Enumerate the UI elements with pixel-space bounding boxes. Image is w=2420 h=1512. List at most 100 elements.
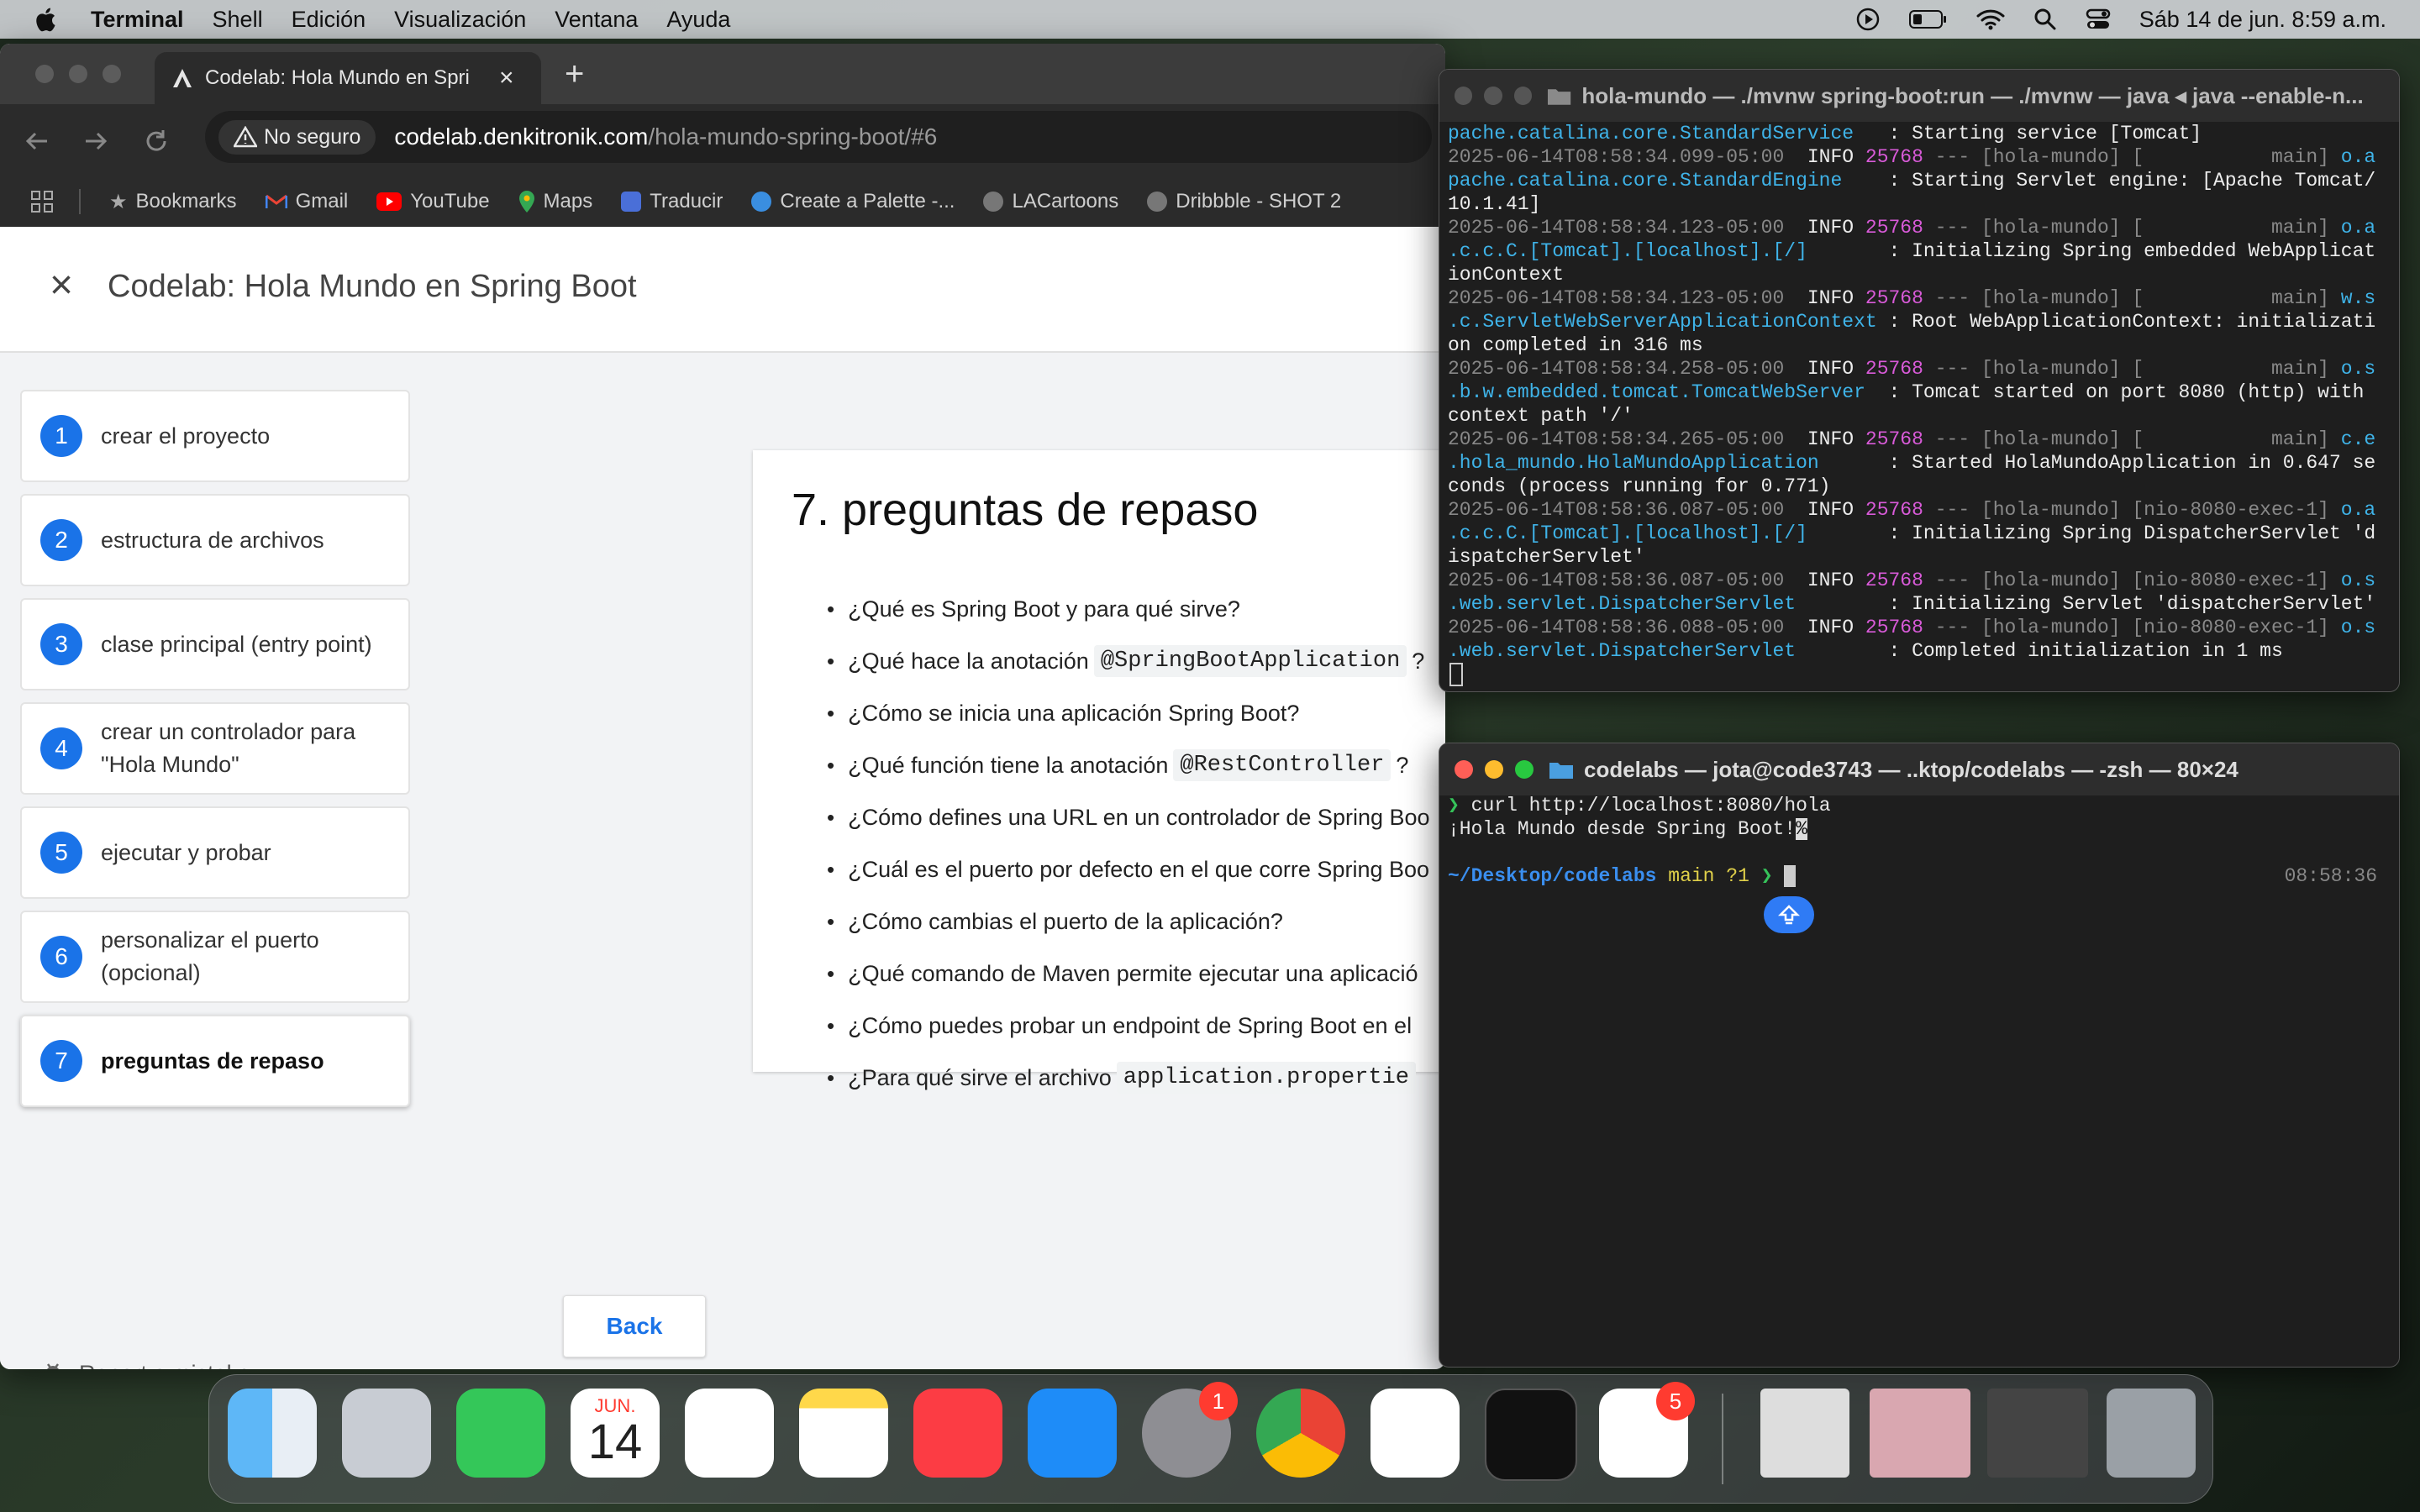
browser-tab-active[interactable]: Codelab: Hola Mundo en Spri × xyxy=(155,52,541,104)
recent-window-thumbnail[interactable] xyxy=(1987,1389,2088,1478)
terminal-log-line: .web.servlet.DispatcherServlet : Complet… xyxy=(1448,639,2375,663)
menu-app-terminal[interactable]: Terminal xyxy=(91,7,184,33)
bookmark-gmail[interactable]: Gmail xyxy=(265,190,348,213)
menu-visualizacion[interactable]: Visualización xyxy=(394,7,526,33)
window-minimize-button[interactable] xyxy=(1484,87,1502,105)
log-segment: o.a xyxy=(2340,217,2376,239)
terminal-response: ¡Hola Mundo desde Spring Boot! xyxy=(1448,818,1797,840)
terminal-log-line: conds (process running for 0.771) xyxy=(1448,475,2375,498)
window-close-button[interactable] xyxy=(1455,760,1473,779)
calendar-icon[interactable]: JUN. 14 xyxy=(571,1389,660,1478)
list-item: ¿Qué es Spring Boot y para qué sirve? xyxy=(827,583,1430,635)
terminal-log-line: context path '/' xyxy=(1448,404,2375,428)
finder-icon[interactable] xyxy=(228,1389,317,1478)
bookmark-youtube[interactable]: YouTube xyxy=(376,190,490,213)
back-button[interactable]: Back xyxy=(563,1295,706,1357)
bookmark-maps[interactable]: Maps xyxy=(518,190,592,213)
log-segment: --- [hola-mundo] [nio-8080-exec-1] xyxy=(1923,617,2341,638)
report-mistake-link[interactable]: Report a mistake xyxy=(39,1359,250,1369)
vscode-icon[interactable] xyxy=(1370,1389,1460,1478)
terminal-log-line: .c.c.C.[Tomcat].[localhost].[/] : Initia… xyxy=(1448,522,2375,545)
launchpad-icon[interactable] xyxy=(342,1389,431,1478)
new-tab-icon[interactable]: + xyxy=(565,55,584,93)
tab-close-icon[interactable]: × xyxy=(499,64,514,92)
step-item-1[interactable]: 1 crear el proyecto xyxy=(20,390,410,482)
recent-window-thumbnail[interactable] xyxy=(1870,1389,1970,1478)
notes-icon[interactable] xyxy=(799,1389,888,1478)
caps-lock-indicator xyxy=(1764,896,1814,933)
bookmark-dribbble[interactable]: Dribbble - SHOT 2 xyxy=(1147,190,1341,213)
log-segment: w.s xyxy=(2340,287,2376,309)
wifi-icon[interactable] xyxy=(1976,8,2005,30)
recent-file-thumbnail[interactable] xyxy=(1760,1389,1849,1478)
bookmark-create-palette[interactable]: Create a Palette -... xyxy=(751,190,955,213)
window-zoom-button[interactable] xyxy=(103,65,121,83)
security-chip[interactable]: No seguro xyxy=(218,119,376,155)
prompt-dir-prefix: ~/Desktop/ xyxy=(1448,865,1565,887)
step-number: 6 xyxy=(40,936,82,978)
terminal-log-line: ionContext xyxy=(1448,263,2375,286)
step-item-4[interactable]: 4 crear un controlador para "Hola Mundo" xyxy=(20,702,410,795)
forward-arrow-icon[interactable] xyxy=(82,128,109,155)
question-text: ¿Para qué sirve el archivo xyxy=(848,1064,1112,1090)
log-segment: 2025-06-14T08:58:34.123-05:00 xyxy=(1448,287,1807,309)
step-item-2[interactable]: 2 estructura de archivos xyxy=(20,494,410,586)
close-icon[interactable]: × xyxy=(40,265,82,307)
question-text: ? xyxy=(1412,648,1425,674)
window-zoom-button[interactable] xyxy=(1515,760,1534,779)
inline-code: application.propertie xyxy=(1116,1062,1417,1094)
log-segment: .web.servlet.DispatcherServlet xyxy=(1448,593,1797,615)
log-segment: : Initializing Servlet 'dispatcherServle… xyxy=(1796,593,2376,615)
step-item-5[interactable]: 5 ejecutar y probar xyxy=(20,806,410,899)
menu-ventana[interactable]: Ventana xyxy=(555,7,638,33)
bookmark-traducir[interactable]: Traducir xyxy=(621,190,723,213)
terminal-app-icon[interactable] xyxy=(1485,1389,1577,1481)
log-segment: on completed in 316 ms xyxy=(1448,334,1703,356)
back-arrow-icon[interactable] xyxy=(24,128,50,155)
chrome-icon[interactable] xyxy=(1256,1389,1345,1478)
battery-icon[interactable] xyxy=(1908,9,1948,29)
menu-ayuda[interactable]: Ayuda xyxy=(666,7,730,33)
menu-datetime[interactable]: Sáb 14 de jun. 8:59 a.m. xyxy=(2139,7,2386,33)
window-close-button[interactable] xyxy=(1455,87,1473,105)
terminal-output: pache.catalina.core.StandardService : St… xyxy=(1448,122,2375,663)
prompt-dir: codelabs xyxy=(1564,865,1657,887)
step-item-7[interactable]: 7 preguntas de repaso xyxy=(20,1015,410,1107)
reload-icon[interactable] xyxy=(143,128,170,155)
menu-edicion[interactable]: Edición xyxy=(292,7,366,33)
window-minimize-button[interactable] xyxy=(69,65,87,83)
step-item-3[interactable]: 3 clase principal (entry point) xyxy=(20,598,410,690)
spotlight-search-icon[interactable] xyxy=(2033,8,2057,31)
window-close-button[interactable] xyxy=(35,65,54,83)
tab-title: Codelab: Hola Mundo en Spri xyxy=(205,66,470,89)
trash-icon[interactable] xyxy=(2107,1389,2196,1478)
terminal-window-server[interactable]: hola-mundo — ./mvnw spring-boot:run — ./… xyxy=(1439,69,2400,692)
log-segment: --- [hola-mundo] [nio-8080-exec-1] xyxy=(1923,570,2341,591)
music-icon[interactable] xyxy=(913,1389,1002,1478)
app-store-icon[interactable] xyxy=(1028,1389,1117,1478)
play-icon[interactable] xyxy=(1855,7,1881,32)
question-text: ¿Cuál es el puerto por defecto en el que… xyxy=(848,856,1430,882)
log-segment: 2025-06-14T08:58:34.123-05:00 xyxy=(1448,217,1807,239)
address-bar[interactable]: No seguro codelab.denkitronik.com/hola-m… xyxy=(205,111,1432,163)
control-center-icon[interactable] xyxy=(2086,8,2111,31)
translate-icon xyxy=(621,192,642,212)
terminal-window-client[interactable]: codelabs — jota@code3743 — ..ktop/codela… xyxy=(1439,743,2400,1368)
bookmark-lacartoons[interactable]: LACartoons xyxy=(983,190,1118,213)
list-item: ¿Cuál es el puerto por defecto en el que… xyxy=(827,843,1430,895)
log-segment: --- [hola-mundo] [ main] xyxy=(1923,428,2341,450)
step-item-6[interactable]: 6 personalizar el puerto (opcional) xyxy=(20,911,410,1003)
reminders-icon[interactable] xyxy=(685,1389,774,1478)
window-minimize-button[interactable] xyxy=(1485,760,1503,779)
log-segment: 25768 xyxy=(1865,358,1923,380)
apple-icon[interactable] xyxy=(34,6,57,33)
log-segment: INFO xyxy=(1807,617,1865,638)
list-item: ¿Qué hace la anotación@SpringBootApplica… xyxy=(827,635,1430,687)
window-zoom-button[interactable] xyxy=(1513,87,1533,105)
bookmark-bookmarks[interactable]: ★ Bookmarks xyxy=(109,190,237,214)
terminal-response-line: ¡Hola Mundo desde Spring Boot!% xyxy=(1448,817,1807,841)
facetime-icon[interactable] xyxy=(456,1389,545,1478)
apps-grid-icon[interactable] xyxy=(30,190,54,213)
menu-shell[interactable]: Shell xyxy=(213,7,263,33)
step-number: 5 xyxy=(40,832,82,874)
